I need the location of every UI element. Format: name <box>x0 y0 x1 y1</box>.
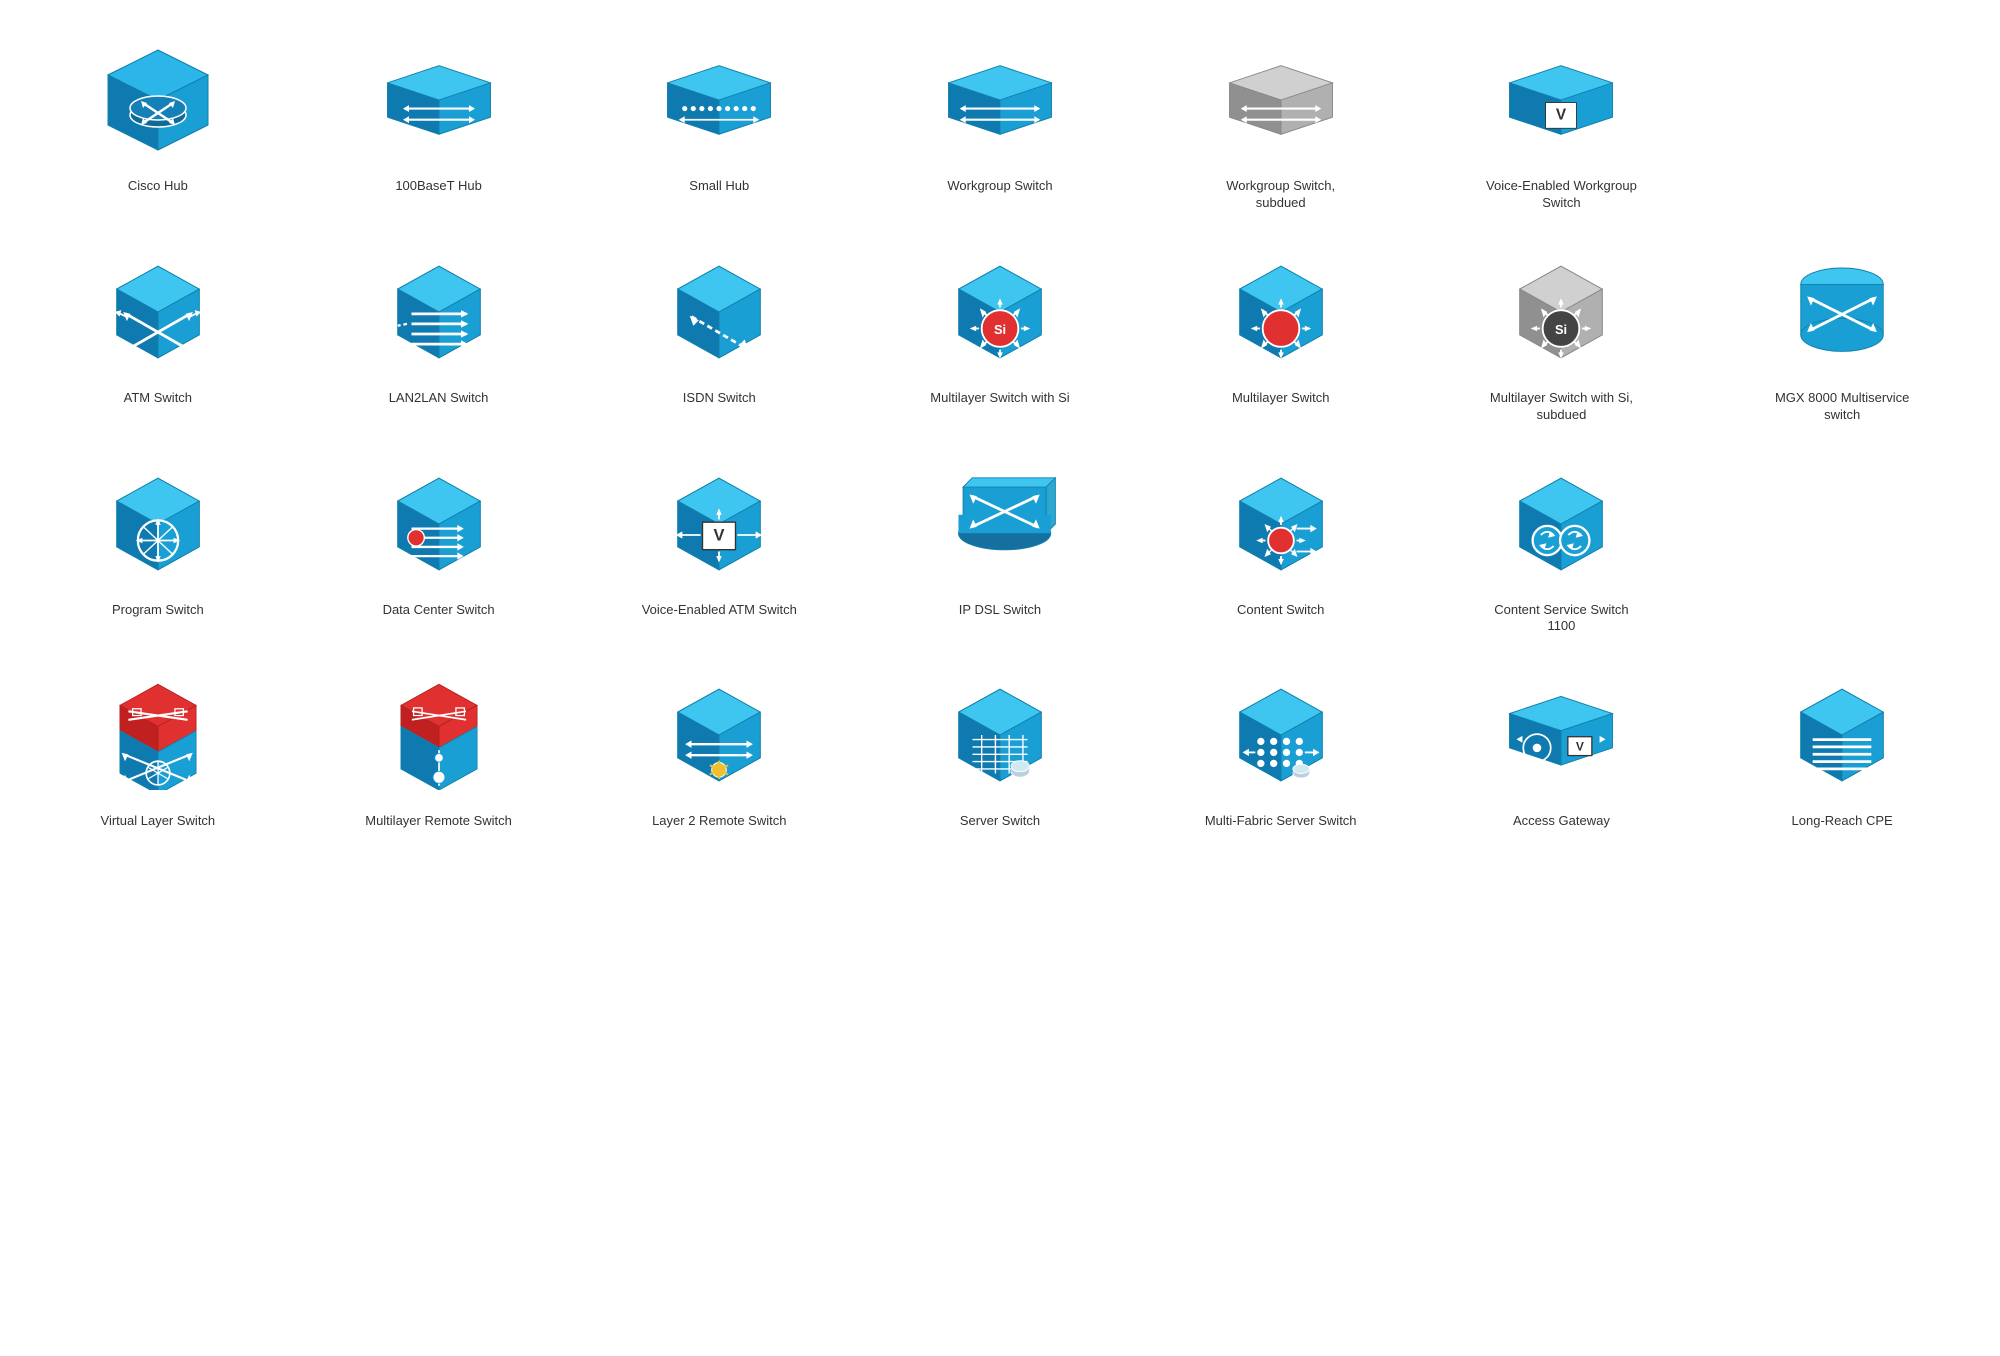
item-voice-enabled-atm-switch: V Voice-Enabled ATM Switch <box>581 444 857 646</box>
icon-content-service-switch-1100 <box>1491 454 1631 594</box>
icon-virtual-layer-switch <box>88 665 228 805</box>
item-data-center-switch: Data Center Switch <box>301 444 577 646</box>
label-voice-enabled-workgroup-switch: Voice-Enabled Workgroup Switch <box>1481 178 1641 212</box>
svg-text:Si: Si <box>1555 322 1567 337</box>
label-workgroup-switch: Workgroup Switch <box>947 178 1052 195</box>
item-workgroup-switch: Workgroup Switch <box>862 20 1138 222</box>
icon-multilayer-switch-si-subdued: Si <box>1491 242 1631 382</box>
icon-multilayer-remote-switch <box>369 665 509 805</box>
icon-workgroup-switch <box>930 30 1070 170</box>
icon-isdn-switch <box>649 242 789 382</box>
icon-grid: Cisco Hub 100BaseT Hub <box>20 20 1980 840</box>
icon-server-switch <box>930 665 1070 805</box>
icon-lan2lan-switch <box>369 242 509 382</box>
label-multi-fabric-server-switch: Multi-Fabric Server Switch <box>1205 813 1357 830</box>
item-mgx-8000: MGX 8000 Multiservice switch <box>1704 232 1980 434</box>
label-workgroup-switch-subdued: Workgroup Switch, subdued <box>1201 178 1361 212</box>
icon-data-center-switch <box>369 454 509 594</box>
icon-access-gateway: V <box>1491 665 1631 805</box>
svg-text:Si: Si <box>994 322 1006 337</box>
item-long-reach-cpe: Long-Reach CPE <box>1704 655 1980 840</box>
label-program-switch: Program Switch <box>112 602 204 619</box>
spacer-r1 <box>1704 20 1980 222</box>
svg-text:V: V <box>1556 107 1567 124</box>
item-multi-fabric-server-switch: Multi-Fabric Server Switch <box>1143 655 1419 840</box>
item-ip-dsl-switch: IP DSL Switch <box>862 444 1138 646</box>
icon-100baset-hub <box>369 30 509 170</box>
label-cisco-hub: Cisco Hub <box>128 178 188 195</box>
svg-text:V: V <box>1576 740 1584 754</box>
icon-long-reach-cpe <box>1772 665 1912 805</box>
icon-cisco-hub <box>88 30 228 170</box>
item-100baset-hub: 100BaseT Hub <box>301 20 577 222</box>
item-multilayer-switch-si: Si Multilayer Switch with Si <box>862 232 1138 434</box>
label-ip-dsl-switch: IP DSL Switch <box>959 602 1041 619</box>
label-lan2lan-switch: LAN2LAN Switch <box>389 390 489 407</box>
label-voice-enabled-atm-switch: Voice-Enabled ATM Switch <box>642 602 797 619</box>
svg-text:V: V <box>714 526 725 544</box>
item-multilayer-switch: Multilayer Switch <box>1143 232 1419 434</box>
item-access-gateway: V Access Gateway <box>1424 655 1700 840</box>
label-content-service-switch-1100: Content Service Switch 1100 <box>1481 602 1641 636</box>
icon-content-switch <box>1211 454 1351 594</box>
label-multilayer-switch-si-subdued: Multilayer Switch with Si, subdued <box>1481 390 1641 424</box>
icon-small-hub <box>649 30 789 170</box>
label-small-hub: Small Hub <box>689 178 749 195</box>
icon-layer2-remote-switch <box>649 665 789 805</box>
item-atm-switch: ATM Switch <box>20 232 296 434</box>
label-multilayer-switch-si: Multilayer Switch with Si <box>930 390 1069 407</box>
item-server-switch: Server Switch <box>862 655 1138 840</box>
item-virtual-layer-switch: Virtual Layer Switch <box>20 655 296 840</box>
spacer-r3 <box>1704 444 1980 646</box>
label-mgx-8000: MGX 8000 Multiservice switch <box>1762 390 1922 424</box>
icon-multi-fabric-server-switch <box>1211 665 1351 805</box>
icon-multilayer-switch-si: Si <box>930 242 1070 382</box>
label-atm-switch: ATM Switch <box>124 390 192 407</box>
icon-voice-enabled-atm-switch: V <box>649 454 789 594</box>
label-access-gateway: Access Gateway <box>1513 813 1610 830</box>
item-layer2-remote-switch: Layer 2 Remote Switch <box>581 655 857 840</box>
item-lan2lan-switch: LAN2LAN Switch <box>301 232 577 434</box>
label-data-center-switch: Data Center Switch <box>383 602 495 619</box>
icon-voice-enabled-workgroup-switch: V <box>1491 30 1631 170</box>
label-100baset-hub: 100BaseT Hub <box>395 178 482 195</box>
label-multilayer-switch: Multilayer Switch <box>1232 390 1330 407</box>
label-isdn-switch: ISDN Switch <box>683 390 756 407</box>
icon-ip-dsl-switch <box>930 454 1070 594</box>
item-multilayer-remote-switch: Multilayer Remote Switch <box>301 655 577 840</box>
label-layer2-remote-switch: Layer 2 Remote Switch <box>652 813 786 830</box>
item-multilayer-switch-si-subdued: Si Multilayer Switch with Si, subdued <box>1424 232 1700 434</box>
label-virtual-layer-switch: Virtual Layer Switch <box>101 813 216 830</box>
icon-workgroup-switch-subdued <box>1211 30 1351 170</box>
label-server-switch: Server Switch <box>960 813 1040 830</box>
item-small-hub: Small Hub <box>581 20 857 222</box>
icon-mgx-8000 <box>1772 242 1912 382</box>
label-content-switch: Content Switch <box>1237 602 1324 619</box>
item-workgroup-switch-subdued: Workgroup Switch, subdued <box>1143 20 1419 222</box>
item-content-service-switch-1100: Content Service Switch 1100 <box>1424 444 1700 646</box>
item-program-switch: Program Switch <box>20 444 296 646</box>
label-long-reach-cpe: Long-Reach CPE <box>1792 813 1893 830</box>
item-content-switch: Content Switch <box>1143 444 1419 646</box>
icon-program-switch <box>88 454 228 594</box>
item-voice-enabled-workgroup-switch: V Voice-Enabled Workgroup Switch <box>1424 20 1700 222</box>
item-cisco-hub: Cisco Hub <box>20 20 296 222</box>
icon-multilayer-switch <box>1211 242 1351 382</box>
icon-atm-switch <box>88 242 228 382</box>
label-multilayer-remote-switch: Multilayer Remote Switch <box>365 813 512 830</box>
item-isdn-switch: ISDN Switch <box>581 232 857 434</box>
